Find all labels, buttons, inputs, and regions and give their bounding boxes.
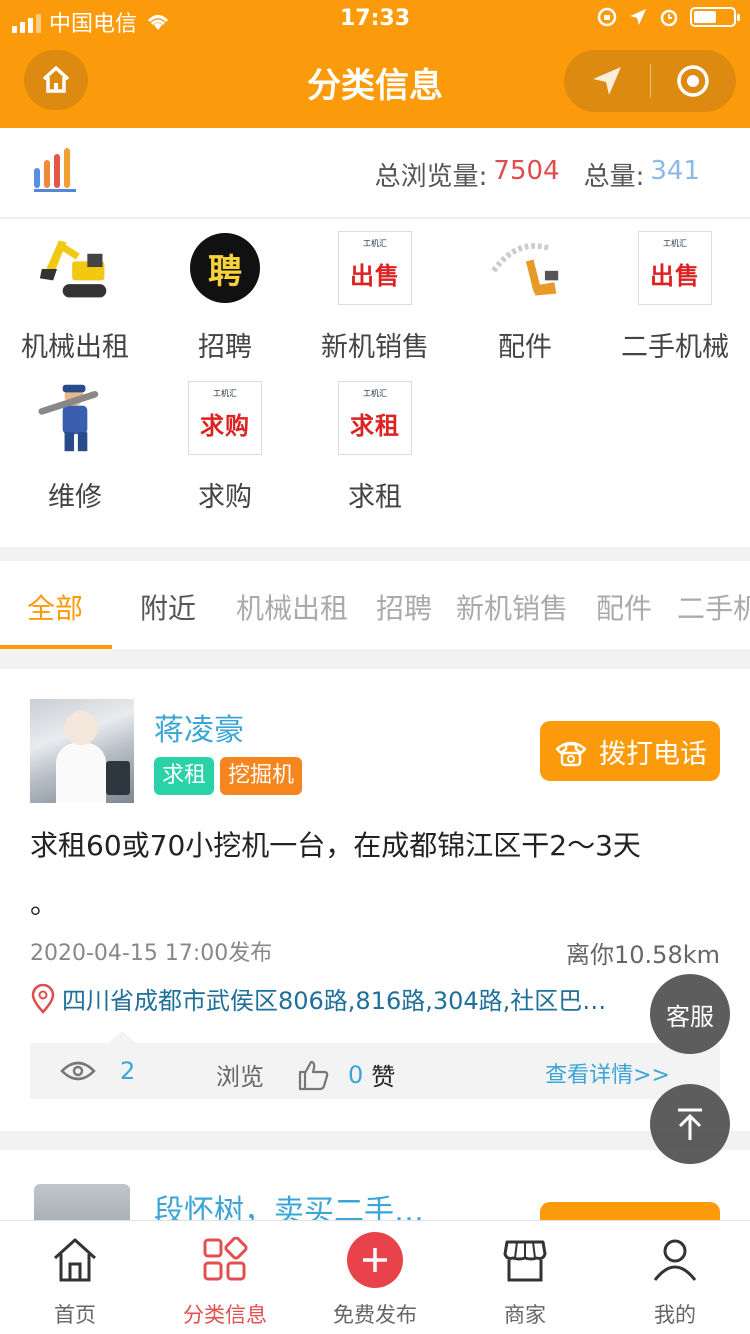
- nav-merchants[interactable]: 商家: [450, 1221, 600, 1334]
- nav-publish[interactable]: 免费发布: [300, 1221, 450, 1334]
- likes-label: 赞: [371, 1063, 396, 1091]
- navigation-arrow-icon: [592, 67, 621, 95]
- category-label: 求购: [198, 482, 252, 513]
- category-icon: [203, 1237, 248, 1281]
- category-new-sales[interactable]: 工机汇 出售 新机销售: [300, 219, 450, 364]
- home-icon: [53, 1238, 97, 1282]
- battery-icon: [690, 7, 740, 27]
- category-machine-rental[interactable]: 机械出租: [0, 219, 150, 364]
- location-arrow-icon: [630, 9, 646, 25]
- total-label: 总量:: [583, 162, 645, 192]
- buy-poster-icon: 工机汇 求购: [188, 381, 262, 455]
- nav-home[interactable]: 首页: [0, 1221, 150, 1334]
- excavator-icon: [39, 240, 107, 298]
- rotation-lock-icon: [597, 7, 617, 27]
- tab-parts[interactable]: 配件: [596, 587, 652, 627]
- category-label: 机械出租: [21, 332, 129, 363]
- miniapp-capsule: [564, 50, 736, 112]
- close-miniapp-button[interactable]: [651, 50, 737, 112]
- eye-icon: [60, 1061, 96, 1081]
- category-label: 维修: [48, 482, 102, 513]
- sale-poster-icon: 工机汇 出售: [638, 231, 712, 305]
- category-repair[interactable]: 维修: [0, 369, 150, 514]
- location-button[interactable]: [564, 50, 650, 112]
- post-card[interactable]: 段怀树，卖买二手…: [0, 1150, 750, 1230]
- tab-used-machinery[interactable]: 二手机: [677, 587, 750, 627]
- avatar[interactable]: [30, 699, 134, 803]
- bar-chart-icon: [34, 146, 76, 192]
- shop-icon: [503, 1240, 547, 1282]
- call-button[interactable]: 拨打电话: [540, 721, 720, 781]
- bottom-nav: 首页 分类信息 免费发布 商家 我的: [0, 1220, 750, 1334]
- views-label: 总浏览量:: [374, 162, 488, 192]
- views-value: 7504: [493, 156, 560, 186]
- post-card[interactable]: 蒋凌豪 求租 挖掘机 拨打电话 求租60或70小挖机一台，在成都锦江区干2～3天…: [0, 669, 750, 1131]
- sale-poster-icon: 工机汇 出售: [338, 231, 412, 305]
- profile-icon: [653, 1239, 697, 1281]
- category-parts[interactable]: 配件: [450, 219, 600, 364]
- nav-categories[interactable]: 分类信息: [150, 1221, 300, 1334]
- tab-new-sales[interactable]: 新机销售: [456, 587, 568, 627]
- rent-poster-icon: 工机汇 求租: [338, 381, 412, 455]
- call-label: 拨打电话: [599, 738, 707, 770]
- views-label: 浏览: [216, 1063, 264, 1091]
- active-tab-indicator: [0, 645, 112, 649]
- tab-machine-rental[interactable]: 机械出租: [236, 587, 348, 627]
- category-label: 招聘: [198, 332, 252, 363]
- arrow-up-icon: [678, 1108, 702, 1140]
- category-label: 二手机械: [621, 332, 729, 363]
- tab-all[interactable]: 全部: [27, 587, 83, 627]
- publish-icon: [347, 1232, 403, 1288]
- nav-profile[interactable]: 我的: [600, 1221, 750, 1334]
- post-stats: 2 浏览 0 赞 查看详情>>: [30, 1031, 720, 1099]
- tag-excavator: 挖掘机: [220, 757, 303, 795]
- filter-tabs: 全部 附近 机械出租 招聘 新机销售 配件 二手机: [0, 561, 750, 649]
- phone-icon: [555, 741, 587, 767]
- category-label: 新机销售: [321, 332, 429, 363]
- customer-service-button[interactable]: 客服: [650, 974, 730, 1054]
- view-details-link[interactable]: 查看详情>>: [545, 1057, 670, 1089]
- view-count: 2: [120, 1057, 136, 1085]
- tab-nearby[interactable]: 附近: [140, 587, 196, 627]
- post-date: 2020-04-15 17:00发布: [30, 941, 273, 966]
- thumbs-up-icon: [298, 1060, 329, 1090]
- like-count: 0: [348, 1060, 364, 1089]
- total-value: 341: [650, 156, 700, 186]
- category-rent-request[interactable]: 工机汇 求租 求租: [300, 369, 450, 514]
- post-address[interactable]: 四川省成都市武侯区806路,816路,304路,社区巴…: [30, 981, 640, 1016]
- stats-bar: 总浏览量: 7504 总量: 341: [0, 128, 750, 218]
- hiring-poster-icon: 聘: [190, 233, 260, 303]
- category-used-machinery[interactable]: 工机汇 出售 二手机械: [600, 219, 750, 364]
- status-bar: 中国电信 17:33: [0, 0, 750, 40]
- alarm-icon: [660, 9, 678, 27]
- category-buy-request[interactable]: 工机汇 求购 求购: [150, 369, 300, 514]
- tag-rent-request: 求租: [154, 757, 215, 795]
- post-distance: 离你10.58km: [566, 941, 720, 969]
- target-icon: [677, 65, 709, 97]
- category-hiring[interactable]: 聘 招聘: [150, 219, 300, 364]
- category-label: 求租: [348, 482, 402, 513]
- mechanic-icon: [38, 384, 99, 452]
- tab-hiring[interactable]: 招聘: [376, 587, 432, 627]
- map-pin-icon: [31, 983, 55, 1014]
- category-grid: 机械出租 聘 招聘 工机汇 出售 新机销售 配件 工机汇 出售 二手机械 维修 …: [0, 219, 750, 547]
- back-to-top-button[interactable]: [650, 1084, 730, 1164]
- category-label: 配件: [498, 332, 552, 363]
- poster-name[interactable]: 蒋凌豪: [154, 705, 244, 749]
- like-button[interactable]: 0 赞: [296, 1057, 395, 1092]
- post-content: 求租60或70小挖机一台，在成都锦江区干2～3天 。: [30, 829, 641, 920]
- parts-icon: [491, 243, 559, 296]
